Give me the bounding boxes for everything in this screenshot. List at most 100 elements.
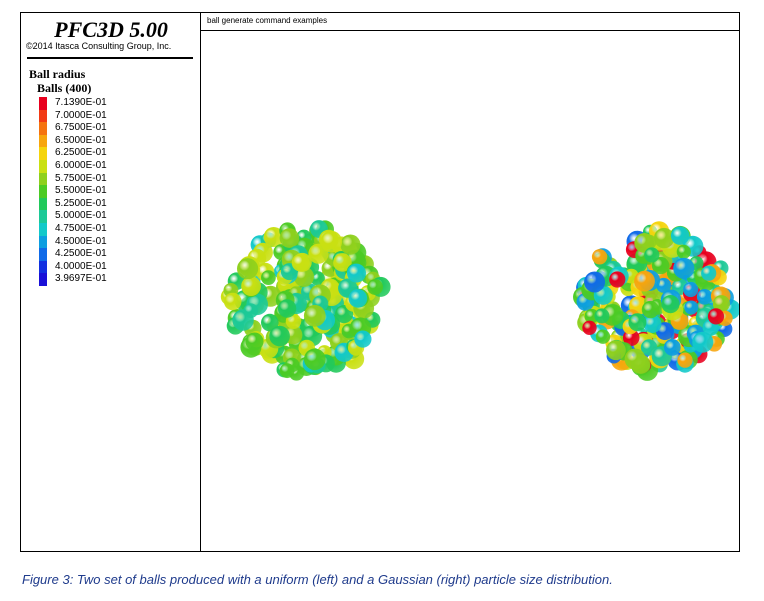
ball [624, 348, 646, 370]
legend-divider [27, 57, 193, 59]
ball [591, 249, 608, 265]
ball [628, 313, 647, 332]
ball [670, 226, 690, 245]
legend-value-label: 5.0000E-01 [55, 210, 107, 222]
legend-swatch [39, 260, 47, 274]
ball-cluster [220, 220, 391, 381]
ball [676, 244, 691, 259]
ball [673, 257, 695, 279]
ball [367, 279, 383, 295]
legend-swatch [39, 147, 47, 160]
ball [269, 325, 290, 347]
ball [245, 332, 264, 351]
ball [677, 352, 693, 368]
legend-value-label: 5.2500E-01 [55, 197, 107, 209]
copyright-text: ©2014 Itasca Consulting Group, Inc. [26, 41, 172, 51]
view-title: ball generate command examples [207, 16, 328, 25]
legend-value-label: 6.2500E-01 [55, 147, 107, 159]
ball-scene [220, 220, 739, 381]
3d-viewport[interactable] [201, 31, 739, 551]
legend-swatch [39, 248, 47, 261]
legend-value-label: 7.0000E-01 [55, 109, 107, 121]
legend-item: 6.0000E-01 [39, 159, 107, 173]
ball [291, 253, 310, 272]
ball [354, 330, 372, 348]
legend-swatch [39, 159, 47, 173]
legend-value-label: 6.0000E-01 [55, 159, 107, 171]
legend-value-label: 5.5000E-01 [55, 185, 107, 197]
ball [261, 270, 276, 285]
legend-value-label: 4.5000E-01 [55, 235, 107, 247]
figure-caption: Figure 3: Two set of balls produced with… [22, 572, 613, 587]
legend-item: 7.0000E-01 [39, 109, 107, 123]
legend-swatch [39, 273, 47, 286]
ball [243, 303, 259, 319]
legend-item: 6.2500E-01 [39, 147, 107, 160]
legend-value-label: 6.7500E-01 [55, 122, 107, 134]
app-title: PFC3D 5.00 [54, 17, 168, 42]
ball [320, 230, 343, 253]
ball [684, 300, 699, 315]
ball [644, 247, 660, 263]
legend-swatch [39, 97, 47, 110]
legend-item: 7.1390E-01 [39, 97, 107, 110]
legend-value-label: 4.2500E-01 [55, 248, 107, 260]
legend-item: 4.2500E-01 [39, 248, 107, 261]
legend-value-label: 4.0000E-01 [55, 260, 107, 272]
ball-cluster [573, 221, 739, 381]
legend-value-label: 7.1390E-01 [55, 97, 107, 108]
legend-value-label: 6.5000E-01 [55, 134, 107, 146]
legend-swatch [39, 109, 47, 123]
legend-value-label: 5.7500E-01 [55, 172, 107, 184]
legend-swatch [39, 197, 47, 211]
legend-item: 3.9697E-01 [39, 273, 107, 286]
ball [584, 271, 606, 293]
legend-color-scale: 7.1390E-01 7.0000E-01 6.7500E-01 6.5000E-01… [39, 97, 107, 286]
ball [661, 295, 680, 314]
ball [683, 281, 699, 298]
legend-swatch [39, 185, 47, 198]
legend-swatch [39, 222, 47, 236]
legend-subtitle: Balls (400) [37, 81, 92, 95]
legend-item: 5.5000E-01 [39, 185, 107, 198]
legend-item: 5.0000E-01 [39, 210, 107, 223]
ball [237, 258, 259, 280]
ball [707, 308, 725, 325]
ball [696, 289, 713, 305]
legend-value-label: 4.7500E-01 [55, 222, 107, 234]
ball [595, 329, 611, 344]
legend-swatch [39, 134, 47, 148]
ball [340, 234, 361, 255]
ball [223, 292, 242, 311]
legend-item: 4.7500E-01 [39, 222, 107, 236]
legend-item: 4.0000E-01 [39, 260, 107, 274]
ball [303, 304, 326, 327]
ball [594, 308, 610, 324]
legend-swatch [39, 235, 47, 249]
legend-swatch [39, 172, 47, 186]
legend-value-label: 3.9697E-01 [55, 273, 107, 285]
ball [701, 265, 717, 281]
ball [277, 299, 297, 318]
ball [641, 300, 660, 319]
ball [347, 263, 366, 283]
ball [241, 276, 261, 296]
legend-item: 6.7500E-01 [39, 122, 107, 135]
legend-item: 6.5000E-01 [39, 134, 107, 148]
view-title-bar: ball generate command examples [201, 13, 739, 31]
ball [348, 289, 368, 308]
ball [279, 228, 300, 248]
ball [606, 340, 626, 361]
legend-title: Ball radius [29, 67, 86, 81]
ball [634, 270, 655, 292]
ball [582, 320, 597, 335]
legend-panel: PFC3D 5.00 ©2014 Itasca Consulting Group… [21, 13, 201, 551]
ball [279, 363, 295, 379]
legend-item: 5.2500E-01 [39, 197, 107, 211]
legend-item: 5.7500E-01 [39, 172, 107, 186]
legend-swatch [39, 210, 47, 223]
plot-window: PFC3D 5.00 ©2014 Itasca Consulting Group… [20, 12, 740, 552]
ball [609, 271, 626, 288]
legend-item: 4.5000E-01 [39, 235, 107, 249]
ball [663, 339, 681, 356]
